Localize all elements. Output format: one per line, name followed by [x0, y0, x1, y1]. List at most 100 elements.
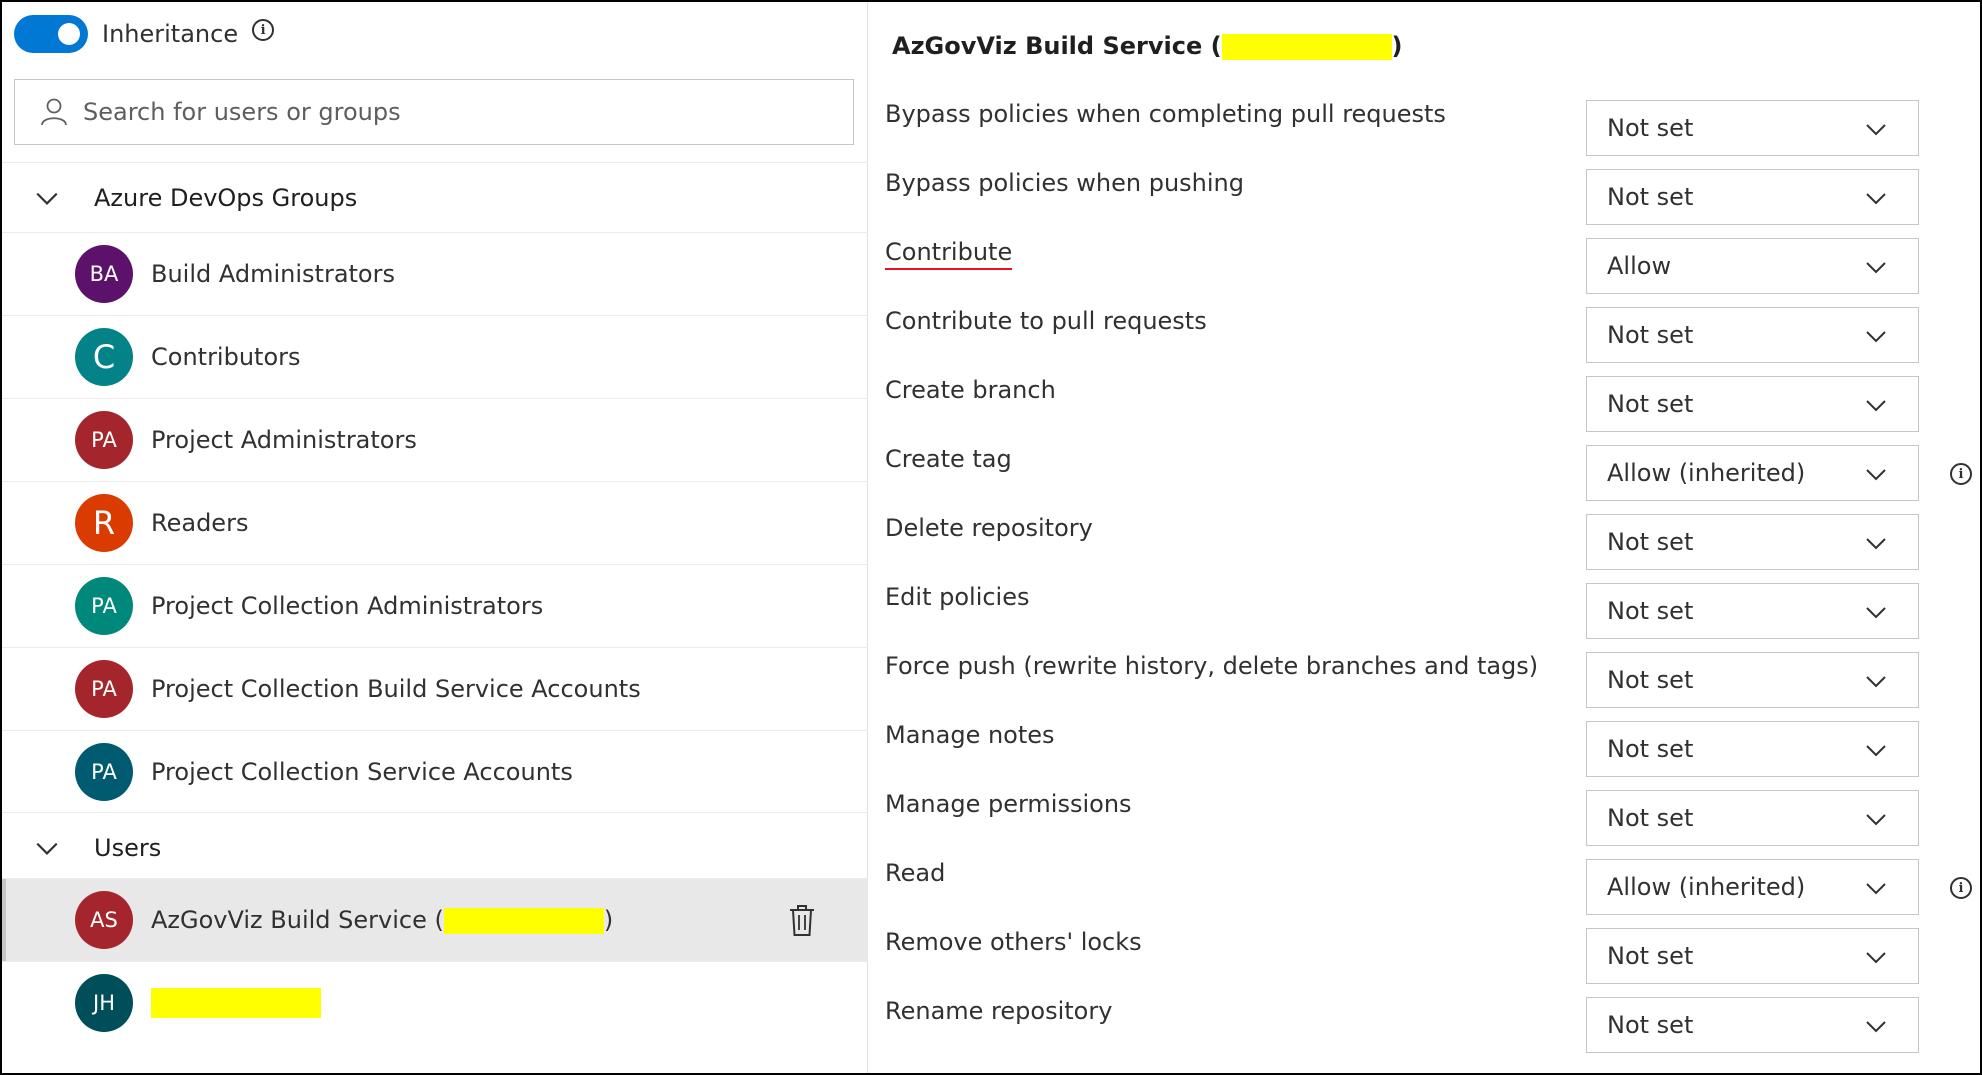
chevron-down-icon[interactable] [1864, 669, 1888, 693]
permission-row: Bypass policies when completing pull req… [870, 100, 1980, 169]
info-icon[interactable]: i [1950, 877, 1972, 899]
permission-name: Edit policies [885, 583, 1030, 611]
permission-value: Not set [1607, 735, 1694, 763]
avatar: BA [75, 245, 133, 303]
permission-name: Manage notes [885, 721, 1055, 749]
group-name: Project Collection Administrators [151, 592, 544, 620]
permission-value: Not set [1607, 390, 1694, 418]
permission-dropdown[interactable]: Not set [1586, 790, 1919, 846]
search-input[interactable] [83, 98, 843, 126]
permission-dropdown[interactable]: Not set [1586, 721, 1919, 777]
avatar: PA [75, 411, 133, 469]
trash-icon[interactable] [787, 903, 817, 937]
group-row[interactable]: C Contributors [2, 315, 868, 398]
chevron-down-icon[interactable] [1864, 462, 1888, 486]
group-name: Project Collection Service Accounts [151, 758, 573, 786]
info-icon[interactable]: i [252, 19, 275, 41]
permission-row: Remove others' locks Not set [870, 928, 1980, 997]
group-name: Contributors [151, 343, 301, 371]
permission-value: Not set [1607, 597, 1694, 625]
permission-dropdown[interactable]: Allow (inherited) [1586, 445, 1919, 501]
permission-value: Not set [1607, 183, 1694, 211]
chevron-down-icon[interactable] [1864, 324, 1888, 348]
permission-name: Read [885, 859, 946, 887]
chevron-down-icon[interactable] [34, 835, 60, 861]
group-name: Build Administrators [151, 260, 395, 288]
permission-dropdown[interactable]: Not set [1586, 169, 1919, 225]
avatar: C [75, 328, 133, 386]
permission-dropdown[interactable]: Allow [1586, 238, 1919, 294]
inheritance-row: Inheritance i [14, 14, 275, 54]
permission-dropdown[interactable]: Not set [1586, 928, 1919, 984]
permission-name: Contribute to pull requests [885, 307, 1207, 335]
permission-name: Force push (rewrite history, delete bran… [885, 652, 1539, 680]
group-name: Project Collection Build Service Account… [151, 675, 641, 703]
permission-row: Contribute Allow [870, 238, 1980, 307]
permission-name: Manage permissions [885, 790, 1132, 818]
info-icon[interactable]: i [1950, 463, 1972, 485]
chevron-down-icon[interactable] [34, 185, 60, 211]
user-row[interactable]: JH [2, 961, 868, 1044]
section-title: Users [94, 833, 162, 862]
group-row[interactable]: PA Project Collection Administrators [2, 564, 868, 647]
permission-row: Force push (rewrite history, delete bran… [870, 652, 1980, 721]
permissions-pane: AzGovViz Build Service () Bypass policie… [870, 2, 1980, 1073]
chevron-down-icon[interactable] [1864, 1014, 1888, 1038]
group-row[interactable]: PA Project Collection Build Service Accou… [2, 647, 868, 730]
chevron-down-icon[interactable] [1864, 876, 1888, 900]
chevron-down-icon[interactable] [1864, 117, 1888, 141]
permission-name: Create tag [885, 445, 1012, 473]
group-row[interactable]: PA Project Administrators [2, 398, 868, 481]
permission-dropdown[interactable]: Not set [1586, 583, 1919, 639]
user-name [151, 988, 321, 1018]
permission-row: Create branch Not set [870, 376, 1980, 445]
redaction-mark [1221, 34, 1392, 60]
groups-header[interactable]: Azure DevOps Groups [2, 162, 868, 232]
permission-row: Bypass policies when pushing Not set [870, 169, 1980, 238]
permission-value: Not set [1607, 321, 1694, 349]
identity-pane: Inheritance i Azure DevOps Groups BA Build… [2, 2, 868, 1073]
permission-dropdown[interactable]: Allow (inherited) [1586, 859, 1919, 915]
chevron-down-icon[interactable] [1864, 738, 1888, 762]
permission-row: Manage notes Not set [870, 721, 1980, 790]
permission-dropdown[interactable]: Not set [1586, 997, 1919, 1053]
redaction-mark [443, 908, 604, 934]
inheritance-toggle[interactable] [14, 15, 88, 53]
group-row[interactable]: R Readers [2, 481, 868, 564]
chevron-down-icon[interactable] [1864, 531, 1888, 555]
avatar: R [75, 494, 133, 552]
permission-name: Delete repository [885, 514, 1093, 542]
avatar: PA [75, 660, 133, 718]
permission-dropdown[interactable]: Not set [1586, 307, 1919, 363]
inheritance-label: Inheritance [102, 20, 239, 48]
permission-row: Create tag Allow (inherited) i [870, 445, 1980, 514]
group-row[interactable]: PA Project Collection Service Accounts [2, 730, 868, 813]
person-icon [41, 98, 67, 126]
permission-dropdown[interactable]: Not set [1586, 100, 1919, 156]
avatar: JH [75, 974, 133, 1032]
chevron-down-icon[interactable] [1864, 186, 1888, 210]
permission-row: Delete repository Not set [870, 514, 1980, 583]
user-row[interactable]: AS AzGovViz Build Service () [2, 878, 868, 961]
group-name: Project Administrators [151, 426, 417, 454]
chevron-down-icon[interactable] [1864, 255, 1888, 279]
permission-dropdown[interactable]: Not set [1586, 376, 1919, 432]
search-box[interactable] [14, 79, 854, 145]
chevron-down-icon[interactable] [1864, 807, 1888, 831]
chevron-down-icon[interactable] [1864, 945, 1888, 969]
permission-value: Not set [1607, 1011, 1694, 1039]
chevron-down-icon[interactable] [1864, 600, 1888, 624]
permission-row: Read Allow (inherited) i [870, 859, 1980, 928]
users-header[interactable]: Users [2, 812, 868, 882]
toggle-knob [58, 23, 80, 45]
permission-name: Bypass policies when completing pull req… [885, 100, 1446, 128]
permission-dropdown[interactable]: Not set [1586, 514, 1919, 570]
permission-row: Contribute to pull requests Not set [870, 307, 1980, 376]
chevron-down-icon[interactable] [1864, 393, 1888, 417]
permission-row: Rename repository Not set [870, 997, 1980, 1066]
permission-dropdown[interactable]: Not set [1586, 652, 1919, 708]
permission-name: Contribute [885, 238, 1013, 270]
permission-value: Allow (inherited) [1607, 873, 1806, 901]
permission-value: Not set [1607, 528, 1694, 556]
group-row[interactable]: BA Build Administrators [2, 232, 868, 315]
